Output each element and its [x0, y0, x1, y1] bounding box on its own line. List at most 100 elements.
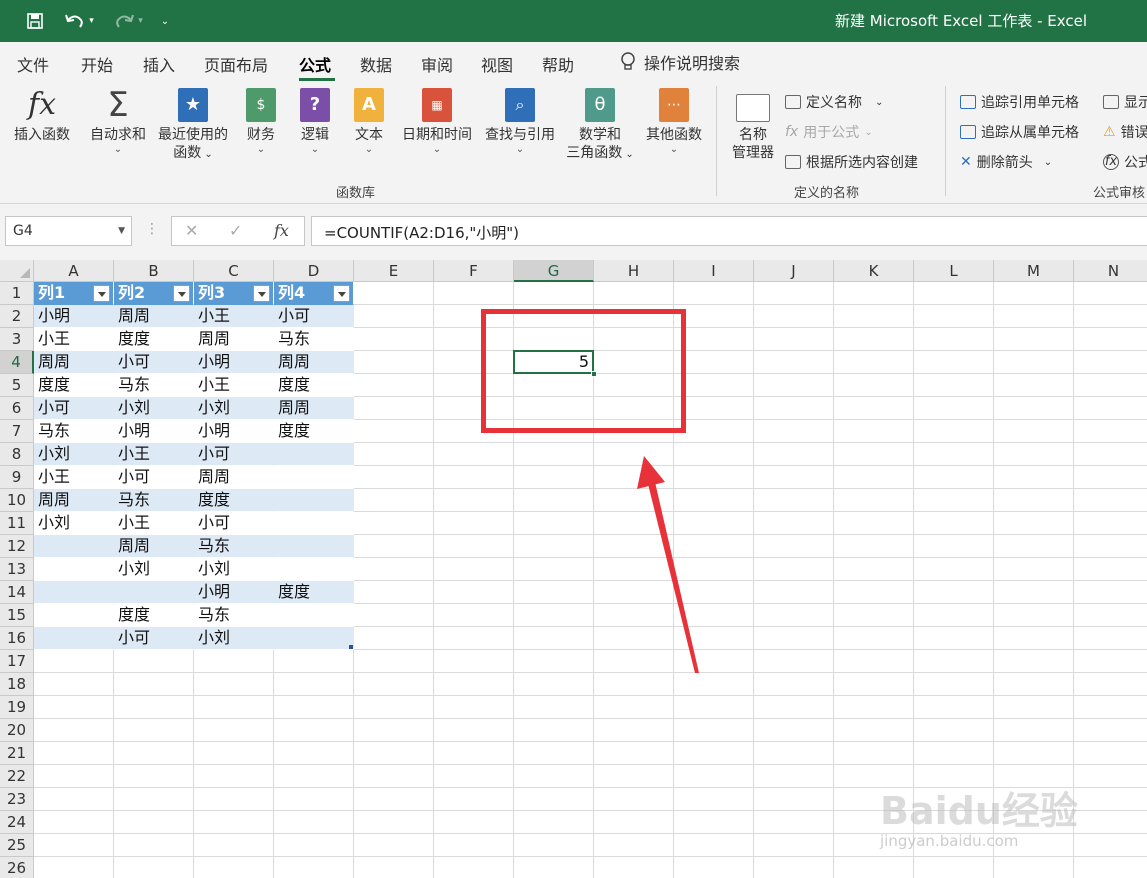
table-cell[interactable]: 周周 [34, 489, 114, 512]
sheet-cell[interactable] [434, 466, 514, 489]
sheet-cell[interactable] [994, 742, 1074, 765]
sheet-cell[interactable] [274, 719, 354, 742]
sheet-cell[interactable] [354, 282, 434, 305]
show-formulas-button[interactable]: 显示 [1103, 92, 1147, 112]
sheet-cell[interactable] [994, 604, 1074, 627]
sheet-cell[interactable] [34, 788, 114, 811]
column-header-b[interactable]: B [114, 260, 194, 282]
sheet-cell[interactable] [754, 788, 834, 811]
table-cell[interactable]: 度度 [34, 374, 114, 397]
sheet-cell[interactable] [914, 443, 994, 466]
sheet-cell[interactable] [914, 857, 994, 878]
sheet-cell[interactable] [434, 834, 514, 857]
sheet-cell[interactable] [594, 765, 674, 788]
sheet-cell[interactable] [754, 397, 834, 420]
sheet-cell[interactable] [514, 765, 594, 788]
sheet-cell[interactable] [114, 765, 194, 788]
sheet-cell[interactable] [274, 834, 354, 857]
tab-help[interactable]: 帮助 [542, 52, 574, 76]
more-functions-button[interactable]: ⋯ 其他函数 ⌄ [640, 88, 708, 156]
sheet-cell[interactable] [674, 673, 754, 696]
sheet-cell[interactable] [434, 765, 514, 788]
table-cell[interactable]: 小王 [114, 512, 194, 535]
sheet-cell[interactable] [514, 558, 594, 581]
sheet-cell[interactable] [674, 719, 754, 742]
save-icon[interactable] [24, 10, 46, 32]
autosum-button[interactable]: Σ 自动求和 ⌄ [86, 88, 150, 156]
table-cell[interactable]: 小明 [194, 351, 274, 374]
table-cell[interactable]: 度度 [114, 604, 194, 627]
sheet-cell[interactable] [834, 512, 914, 535]
table-header-cell[interactable]: 列4 [274, 282, 354, 305]
row-header-18[interactable]: 18 [0, 673, 34, 696]
sheet-cell[interactable] [834, 351, 914, 374]
sheet-cell[interactable] [34, 857, 114, 878]
tab-page-layout[interactable]: 页面布局 [204, 52, 268, 76]
sheet-cell[interactable] [674, 535, 754, 558]
sheet-cell[interactable] [754, 558, 834, 581]
table-cell[interactable] [34, 558, 114, 581]
table-cell[interactable]: 小明 [34, 305, 114, 328]
sheet-cell[interactable] [434, 282, 514, 305]
table-cell[interactable] [274, 466, 354, 489]
sheet-cell[interactable] [914, 650, 994, 673]
row-header-5[interactable]: 5 [0, 374, 34, 397]
sheet-cell[interactable] [594, 834, 674, 857]
sheet-cell[interactable] [354, 834, 434, 857]
sheet-cell[interactable] [754, 696, 834, 719]
define-name-button[interactable]: 定义名称 ⌄ [785, 92, 883, 112]
row-header-25[interactable]: 25 [0, 834, 34, 857]
sheet-cell[interactable] [114, 788, 194, 811]
sheet-cell[interactable] [674, 374, 754, 397]
table-cell[interactable]: 小可 [114, 466, 194, 489]
sheet-cell[interactable] [914, 328, 994, 351]
sheet-cell[interactable] [914, 673, 994, 696]
row-header-15[interactable]: 15 [0, 604, 34, 627]
recently-used-button[interactable]: ★ 最近使用的 函数 ⌄ [152, 88, 234, 164]
row-header-6[interactable]: 6 [0, 397, 34, 420]
sheet-cell[interactable] [674, 328, 754, 351]
filter-dropdown-icon[interactable] [253, 285, 270, 302]
sheet-cell[interactable] [754, 627, 834, 650]
sheet-cell[interactable] [834, 535, 914, 558]
column-header-j[interactable]: J [754, 260, 834, 282]
sheet-cell[interactable] [594, 466, 674, 489]
table-cell[interactable]: 小刘 [194, 627, 274, 650]
table-cell[interactable]: 马东 [194, 604, 274, 627]
sheet-cell[interactable] [1074, 696, 1147, 719]
sheet-cell[interactable] [994, 650, 1074, 673]
sheet-cell[interactable] [1074, 811, 1147, 834]
table-cell[interactable]: 小明 [194, 420, 274, 443]
sheet-cell[interactable] [674, 466, 754, 489]
sheet-cell[interactable] [514, 535, 594, 558]
table-cell[interactable] [34, 581, 114, 604]
sheet-cell[interactable] [674, 834, 754, 857]
sheet-cell[interactable] [674, 351, 754, 374]
sheet-cell[interactable] [674, 397, 754, 420]
sheet-cell[interactable] [834, 443, 914, 466]
table-cell[interactable]: 小王 [114, 443, 194, 466]
sheet-cell[interactable] [754, 489, 834, 512]
sheet-cell[interactable] [1074, 857, 1147, 878]
sheet-cell[interactable] [514, 627, 594, 650]
sheet-cell[interactable] [1074, 328, 1147, 351]
sheet-cell[interactable] [34, 650, 114, 673]
sheet-cell[interactable] [1074, 581, 1147, 604]
tab-data[interactable]: 数据 [360, 52, 392, 76]
sheet-cell[interactable] [1074, 742, 1147, 765]
table-cell[interactable]: 小刘 [34, 512, 114, 535]
table-cell[interactable] [274, 535, 354, 558]
sheet-cell[interactable] [594, 581, 674, 604]
table-cell[interactable] [274, 604, 354, 627]
row-header-3[interactable]: 3 [0, 328, 34, 351]
sheet-cell[interactable] [994, 535, 1074, 558]
sheet-cell[interactable] [754, 512, 834, 535]
sheet-cell[interactable] [514, 282, 594, 305]
sheet-cell[interactable] [674, 581, 754, 604]
row-header-16[interactable]: 16 [0, 627, 34, 650]
sheet-cell[interactable] [754, 604, 834, 627]
sheet-cell[interactable] [1074, 374, 1147, 397]
sheet-cell[interactable] [1074, 834, 1147, 857]
sheet-cell[interactable] [274, 696, 354, 719]
row-header-4[interactable]: 4 [0, 351, 34, 374]
